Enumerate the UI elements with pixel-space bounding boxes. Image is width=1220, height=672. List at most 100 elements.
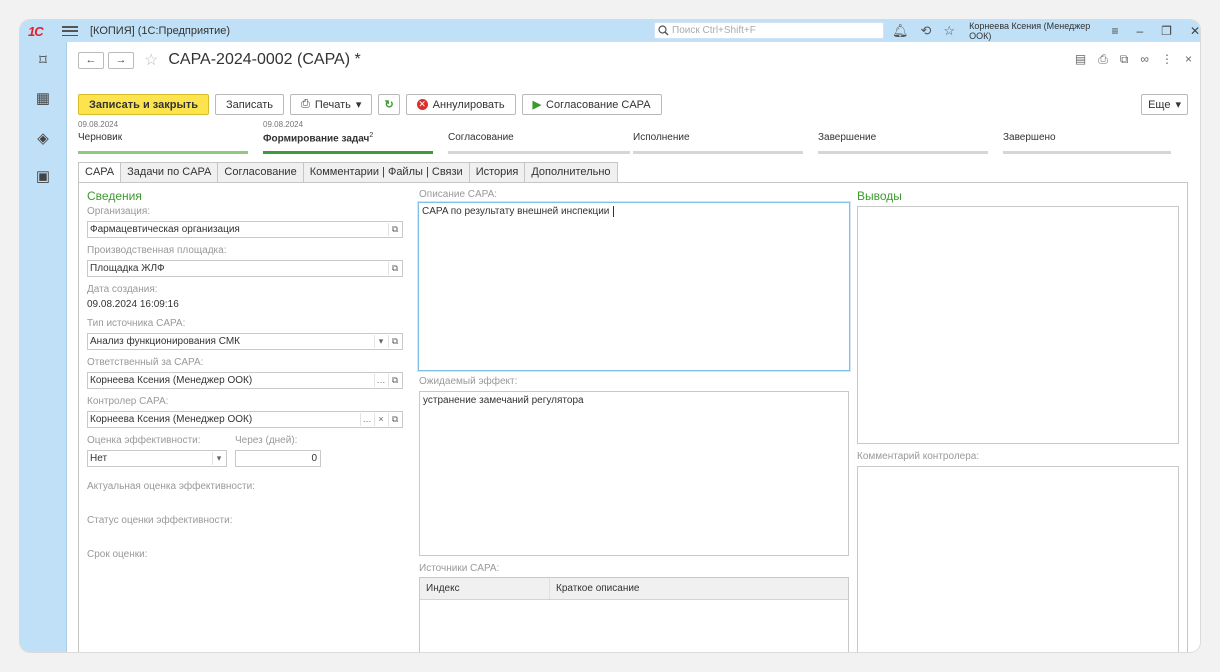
- bell-icon[interactable]: 🔔︎: [892, 23, 909, 39]
- site-field[interactable]: Площадка ЖЛФ ⧉: [87, 260, 403, 277]
- approval-button[interactable]: ▶ Согласование CAPA: [521, 94, 662, 115]
- close-icon[interactable]: ✕: [1190, 24, 1200, 38]
- tab-comments-files[interactable]: Комментарии | Файлы | Связи: [303, 162, 470, 183]
- select-ellipsis-icon[interactable]: …: [374, 374, 387, 387]
- annul-label: Аннулировать: [432, 98, 505, 111]
- stage-progress-bar: [448, 151, 630, 154]
- stage-tasks: 09.08.2024 Формирование задач2: [263, 120, 433, 154]
- tab-capa[interactable]: CAPA: [78, 162, 122, 183]
- source-type-field[interactable]: Анализ функционирования СМК ▾ ⧉: [87, 333, 403, 350]
- eff-select[interactable]: Нет ▾: [87, 450, 227, 467]
- preview-icon[interactable]: ⧉: [1120, 52, 1129, 67]
- tab-history[interactable]: История: [469, 162, 526, 183]
- refresh-icon: ↻: [384, 99, 394, 111]
- dropdown-icon[interactable]: ▾: [212, 452, 225, 465]
- form-tabs: CAPA Задачи по CAPA Согласование Коммент…: [78, 162, 618, 183]
- more-vertical-icon[interactable]: ⋮: [1161, 52, 1173, 67]
- document-title: CAPA-2024-0002 (CAPA) *: [168, 51, 361, 68]
- controller-label: Контролер CAPA:: [87, 396, 169, 407]
- clear-icon[interactable]: ×: [374, 413, 387, 426]
- column-header-description[interactable]: Краткое описание: [550, 578, 848, 599]
- app-window: 1С [КОПИЯ] (1С:Предприятие) Поиск Ctrl+S…: [20, 20, 1200, 652]
- responsible-label: Ответственный за CAPA:: [87, 357, 204, 368]
- star-icon[interactable]: ☆: [943, 23, 955, 39]
- print-button[interactable]: ⎙ Печать ▾: [290, 94, 373, 115]
- days-input[interactable]: 0: [235, 450, 321, 467]
- layers-icon[interactable]: ◈: [34, 130, 52, 148]
- sources-table[interactable]: Индекс Краткое описание: [419, 577, 849, 652]
- more-label: Еще: [1148, 98, 1171, 111]
- stage-progress-bar: [263, 151, 433, 154]
- sources-label: Источники CAPA:: [419, 563, 500, 574]
- open-icon[interactable]: ⧉: [388, 262, 401, 275]
- eff-value: Нет: [90, 453, 108, 464]
- description-textarea[interactable]: CAPA по результату внешней инспекции: [418, 202, 850, 371]
- more-chevron-icon: ▾: [1175, 99, 1181, 111]
- stage-execution: Исполнение: [633, 120, 803, 154]
- close-form-icon[interactable]: ×: [1185, 52, 1192, 67]
- more-button[interactable]: Еще ▾: [1141, 94, 1188, 115]
- controller-value: Корнеева Ксения (Менеджер ООК): [90, 414, 253, 425]
- description-value: CAPA по результату внешней инспекции: [422, 206, 610, 217]
- form-actions: ▤ ⎙ ⧉ ∞ ⋮ ×: [1075, 52, 1192, 67]
- expected-effect-label: Ожидаемый эффект:: [419, 376, 518, 387]
- conclusions-textarea[interactable]: [857, 206, 1179, 444]
- stage-date: [818, 120, 876, 130]
- document-header: ← → ☆ CAPA-2024-0002 (CAPA) *: [78, 50, 361, 70]
- org-field[interactable]: Фармацевтическая организация ⧉: [87, 221, 403, 238]
- stage-completed: Завершено: [1003, 120, 1171, 154]
- menu-icon[interactable]: [62, 26, 78, 36]
- print-label: Печать: [314, 98, 351, 111]
- stage-count: 2: [369, 132, 374, 139]
- title-bar: 1С [КОПИЯ] (1С:Предприятие) Поиск Ctrl+S…: [20, 20, 1200, 42]
- save-button[interactable]: Записать: [215, 94, 285, 115]
- refresh-button[interactable]: ↻: [378, 94, 400, 115]
- open-icon[interactable]: ⧉: [388, 223, 401, 236]
- approval-label: Согласование CAPA: [546, 98, 651, 111]
- chevron-down-icon: ▾: [355, 99, 362, 111]
- stage-name: Исполнение: [633, 132, 690, 143]
- responsible-field[interactable]: Корнеева Ксения (Менеджер ООК) … ⧉: [87, 372, 403, 389]
- calculator-icon[interactable]: ▦: [34, 90, 52, 108]
- actual-eff-label: Актуальная оценка эффективности:: [87, 481, 255, 492]
- minimize-icon[interactable]: –: [1136, 24, 1143, 38]
- tab-additional[interactable]: Дополнительно: [525, 162, 618, 183]
- link-icon[interactable]: ∞: [1140, 52, 1149, 67]
- printer-icon[interactable]: ⎙: [1098, 52, 1108, 67]
- annul-button[interactable]: ✕ Аннулировать: [405, 94, 516, 115]
- expected-effect-textarea[interactable]: устранение замечаний регулятора: [419, 391, 849, 556]
- search-box[interactable]: Поиск Ctrl+Shift+F: [654, 22, 884, 39]
- column-header-index[interactable]: Индекс: [420, 578, 550, 599]
- open-icon[interactable]: ⧉: [388, 413, 401, 426]
- tab-approval[interactable]: Согласование: [218, 162, 304, 183]
- source-type-value: Анализ функционирования СМК: [90, 336, 240, 347]
- maximize-icon[interactable]: ❐: [1161, 24, 1172, 38]
- open-icon[interactable]: ⧉: [388, 335, 401, 348]
- favorite-star-icon[interactable]: ☆: [144, 50, 158, 70]
- open-icon[interactable]: ⧉: [388, 374, 401, 387]
- controller-field[interactable]: Корнеева Ксения (Менеджер ООК) … × ⧉: [87, 411, 403, 428]
- tab-capa-tasks[interactable]: Задачи по CAPA: [121, 162, 219, 183]
- settings-menu-icon[interactable]: ≡: [1111, 24, 1118, 38]
- save-and-close-button[interactable]: Записать и закрыть: [78, 94, 210, 115]
- user-name[interactable]: Корнеева Ксения (Менеджер ООК): [969, 21, 1091, 41]
- forward-button[interactable]: →: [108, 51, 134, 69]
- select-ellipsis-icon[interactable]: …: [360, 413, 373, 426]
- dropdown-icon[interactable]: ▾: [374, 335, 387, 348]
- bookmark-icon[interactable]: ⌑: [34, 52, 52, 70]
- created-label: Дата создания:: [87, 284, 158, 295]
- created-value: 09.08.2024 16:09:16: [87, 299, 179, 310]
- stage-name: Завершено: [1003, 132, 1056, 143]
- history-icon[interactable]: ⟲: [921, 23, 932, 39]
- stage-date: [1003, 120, 1056, 130]
- stage-name: Черновик: [78, 132, 123, 143]
- back-button[interactable]: ←: [78, 51, 104, 69]
- controller-comment-textarea[interactable]: [857, 466, 1179, 652]
- expected-effect-value: устранение замечаний регулятора: [423, 395, 584, 406]
- left-sidebar: ⌑ ▦ ◈ ▣: [20, 42, 67, 652]
- save-disk-icon[interactable]: ▤: [1075, 52, 1086, 67]
- presentation-icon[interactable]: ▣: [34, 168, 52, 186]
- site-value: Площадка ЖЛФ: [90, 263, 165, 274]
- stage-progress-bar: [633, 151, 803, 154]
- sources-table-header: Индекс Краткое описание: [420, 578, 848, 600]
